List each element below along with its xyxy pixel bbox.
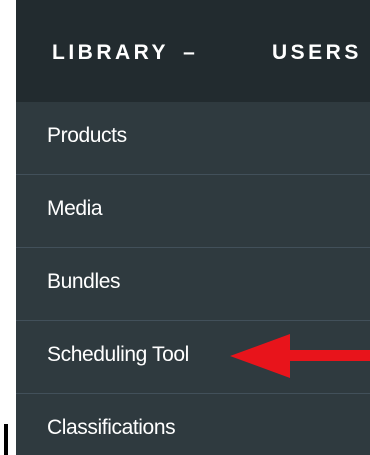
menu-item-classifications[interactable]: Classifications — [16, 394, 370, 455]
menu-item-label: Classifications — [47, 416, 176, 439]
top-nav-bar: LIBRARY – USERS — [16, 0, 370, 102]
menu-item-scheduling-tool[interactable]: Scheduling Tool — [16, 321, 370, 394]
menu-item-products[interactable]: Products — [16, 102, 370, 175]
menu-item-label: Media — [47, 197, 103, 220]
menu-item-label: Scheduling Tool — [47, 343, 189, 366]
library-sidebar: LIBRARY – USERS Products Media Bundles Sc… — [16, 0, 370, 455]
nav-tab-library[interactable]: LIBRARY – — [52, 36, 198, 70]
text-cursor-mark — [4, 424, 8, 455]
menu-item-label: Products — [47, 124, 127, 147]
dash-icon[interactable]: – — [183, 41, 198, 64]
nav-tab-users[interactable]: USERS — [272, 36, 362, 70]
menu-item-media[interactable]: Media — [16, 175, 370, 248]
nav-tab-library-label: LIBRARY — [52, 41, 170, 64]
menu-item-label: Bundles — [47, 270, 121, 293]
library-menu: Products Media Bundles Scheduling Tool C… — [16, 102, 370, 455]
menu-item-bundles[interactable]: Bundles — [16, 248, 370, 321]
